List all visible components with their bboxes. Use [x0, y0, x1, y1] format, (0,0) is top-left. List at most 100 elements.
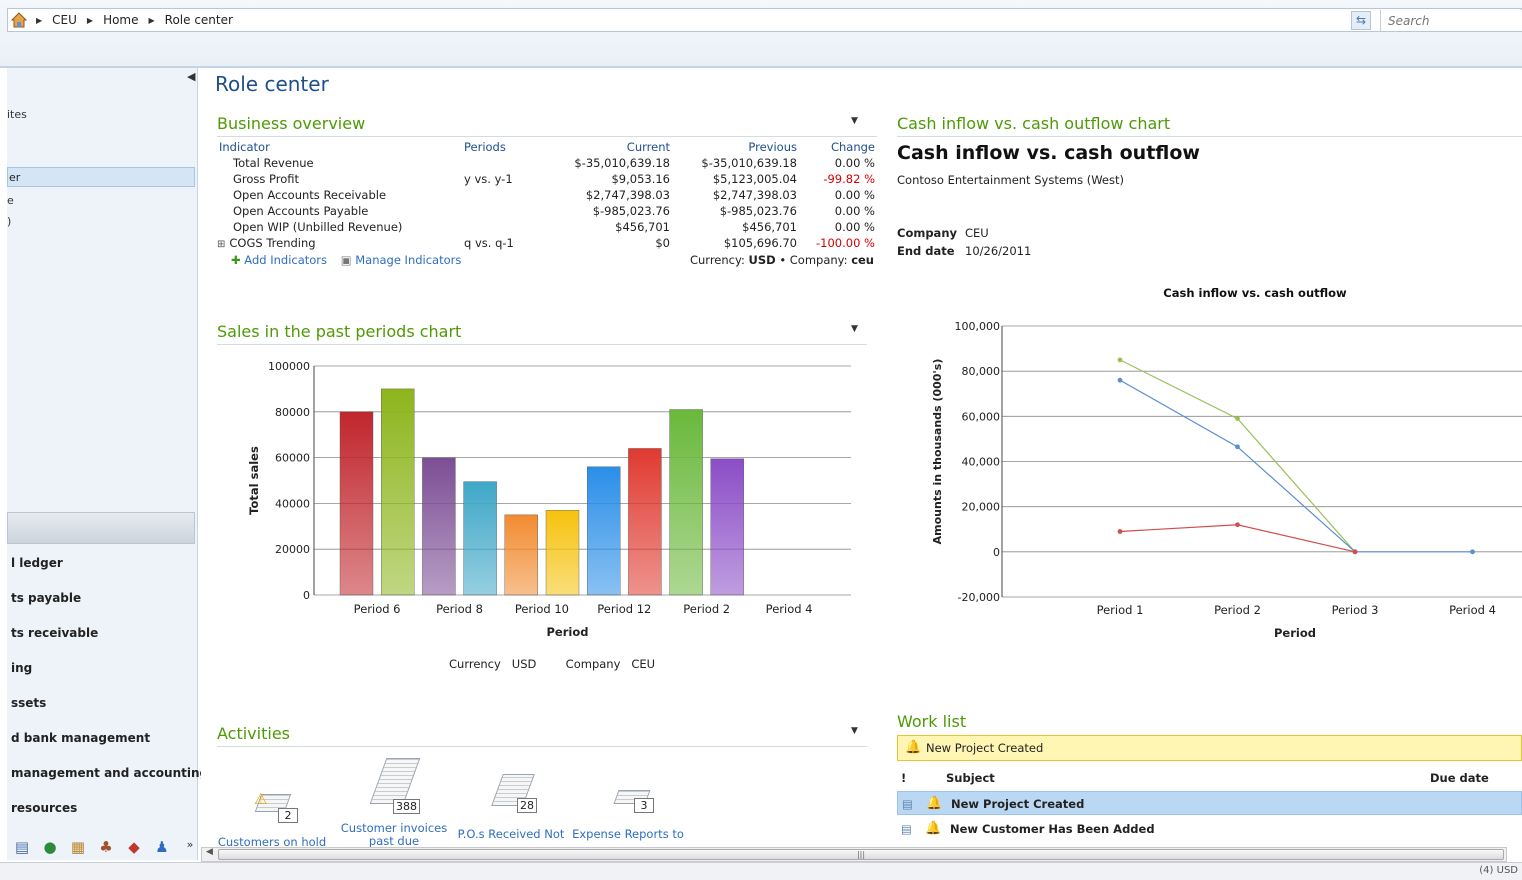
module-accounts-payable[interactable]: ts payable	[11, 591, 81, 605]
module-cash-bank[interactable]: d bank management	[11, 731, 150, 745]
y-tick-label: 100,000	[955, 320, 1001, 333]
chart-icon[interactable]: ◆	[125, 838, 143, 856]
search-input[interactable]	[1380, 10, 1522, 31]
data-point	[1117, 377, 1123, 383]
cell-current: $2,747,398.03	[585, 188, 670, 202]
divider	[217, 746, 867, 747]
bar	[669, 409, 703, 596]
col-indicator: Indicator	[219, 140, 270, 154]
col-current: Current	[626, 140, 670, 154]
home-icon[interactable]	[10, 11, 28, 29]
footer-currency-value: USD	[511, 657, 537, 671]
breadcrumb-arrow-icon: ▶	[86, 15, 94, 25]
module-fixed-assets[interactable]: ssets	[11, 696, 46, 710]
col-subject[interactable]: Subject	[946, 771, 995, 785]
activity-count-badge: 388	[393, 799, 420, 814]
table-row[interactable]: Gross Profit y vs. y-1 $9,053.16 $5,123,005…	[217, 171, 877, 187]
activity-label: P.O.s Received Not	[457, 827, 565, 841]
indicator-label: Open Accounts Receivable	[233, 188, 387, 202]
module-human-resources[interactable]: resources	[11, 801, 77, 815]
expand-icon[interactable]: ⊞	[217, 239, 225, 250]
work-list-title: Work list	[897, 712, 967, 731]
nav-item-selected[interactable]: er	[7, 167, 195, 187]
col-due-date[interactable]: Due date	[1430, 771, 1489, 785]
footer-company-value: CEU	[631, 657, 656, 671]
manage-indicators-link[interactable]: Manage Indicators	[355, 253, 461, 267]
cell-periods	[462, 187, 552, 203]
work-list-row[interactable]: ▤ 🔔 New Project Created	[897, 791, 1522, 815]
cell-change: -100.00 %	[816, 236, 875, 250]
company-value: CEU	[965, 226, 989, 240]
x-tick-label: Period 2	[1214, 603, 1261, 617]
work-list-alert-banner[interactable]: 🔔 New Project Created	[897, 735, 1522, 761]
module-inventory[interactable]: ing	[11, 661, 32, 675]
module-general-ledger[interactable]: l ledger	[11, 556, 63, 570]
table-row[interactable]: Total Revenue $-35,010,639.18 $-35,010,639…	[217, 155, 877, 171]
warning-document-icon: ⚠ 2	[242, 780, 302, 825]
currency-label: Currency:	[689, 253, 745, 267]
scroll-left-icon[interactable]: ◀	[206, 847, 213, 857]
add-indicators-link[interactable]: Add Indicators	[244, 253, 327, 267]
module-accounts-receivable[interactable]: ts receivable	[11, 626, 98, 640]
bar	[628, 448, 662, 596]
top-bar: ▶ CEU ▶ Home ▶ Role center ⇆	[0, 0, 1522, 68]
work-list-row[interactable]: ▤ 🔔 New Customer Has Been Added	[897, 817, 1522, 841]
table-row[interactable]: Open Accounts Receivable $2,747,398.03 $2,…	[217, 187, 877, 203]
col-flag[interactable]: !	[901, 771, 906, 785]
status-text: (4) USD	[1479, 865, 1518, 876]
people-icon[interactable]: ♣	[97, 838, 115, 856]
module-icon-bar: ▤ ● ▦ ♣ ◆ ♟ »	[13, 838, 199, 856]
more-icon[interactable]: »	[181, 838, 199, 856]
breadcrumb-item-role-center[interactable]: Role center	[165, 13, 233, 27]
scrollbar-thumb[interactable]: |||	[218, 849, 1504, 860]
y-tick-label: 0	[303, 589, 310, 602]
report-icon[interactable]: ▤	[13, 838, 31, 856]
refresh-icon[interactable]: ⇆	[1351, 11, 1371, 30]
manage-icon[interactable]: ▣	[341, 253, 352, 267]
company-label: Company:	[789, 253, 848, 267]
business-overview-title: Business overview	[217, 114, 366, 133]
y-tick-label: 80000	[275, 406, 310, 419]
horizontal-scrollbar[interactable]: ◀ |||	[201, 847, 1507, 862]
nav-item-favorites[interactable]: ites	[7, 108, 27, 121]
business-overview-menu-icon[interactable]: ▼	[851, 116, 858, 126]
globe-icon[interactable]: ●	[41, 838, 59, 856]
cell-indicator: Open Accounts Payable	[217, 203, 462, 219]
add-icon[interactable]: ✚	[231, 253, 241, 267]
activity-expense-reports[interactable]: 3 Expense Reports to	[572, 770, 684, 841]
business-overview-footer: ✚ Add Indicators ▣ Manage Indicators Cur…	[231, 253, 876, 267]
users-icon[interactable]: ♟	[153, 838, 171, 856]
activity-pos-received-not[interactable]: 28 P.O.s Received Not	[456, 770, 566, 841]
page-title: Role center	[215, 72, 329, 96]
y-tick-label: 40000	[275, 497, 310, 510]
y-tick-label: 60,000	[962, 410, 1001, 423]
breadcrumb-item-ceu[interactable]: CEU	[52, 13, 77, 27]
table-row[interactable]: ⊞ COGS Trending q vs. q-1 $0 $105,696.70 -100…	[217, 235, 877, 251]
data-point	[1352, 549, 1358, 555]
indicator-label: Open Accounts Payable	[233, 204, 369, 218]
nav-item[interactable]: e	[7, 194, 14, 207]
activity-customers-on-hold[interactable]: ⚠ 2 Customers on hold	[217, 780, 327, 848]
nav-item[interactable]: )	[7, 215, 11, 228]
cash-subtitle: Contoso Entertainment Systems (West)	[897, 173, 1124, 187]
activity-customer-invoices-past-due[interactable]: 388 Customer invoices past due	[339, 756, 449, 848]
address-bar[interactable]: ▶ CEU ▶ Home ▶ Role center ⇆	[7, 8, 1522, 32]
table-row[interactable]: Open Accounts Payable $-985,023.76 $-985,0…	[217, 203, 877, 219]
bar	[545, 510, 580, 596]
cell-previous: $5,123,005.04	[712, 172, 797, 186]
y-tick-label: 20,000	[962, 501, 1001, 514]
breadcrumb-arrow-icon: ▶	[148, 15, 155, 25]
activities-menu-icon[interactable]: ▼	[851, 726, 858, 736]
x-tick-label: Period 12	[597, 602, 651, 616]
enddate-value: 10/26/2011	[965, 244, 1032, 258]
document-icon[interactable]: ▦	[69, 838, 87, 856]
breadcrumb-item-home[interactable]: Home	[103, 13, 138, 27]
collapse-pane-icon[interactable]: ◀	[187, 70, 195, 83]
bar	[422, 457, 456, 596]
table-row[interactable]: Open WIP (Unbilled Revenue) $456,701 $456,…	[217, 219, 877, 235]
activities-title: Activities	[217, 724, 290, 743]
sales-chart-menu-icon[interactable]: ▼	[851, 324, 858, 334]
module-project-management[interactable]: management and accounting	[11, 766, 208, 780]
pane-splitter[interactable]	[7, 512, 195, 544]
purchase-order-stack-icon: 28	[481, 770, 541, 815]
